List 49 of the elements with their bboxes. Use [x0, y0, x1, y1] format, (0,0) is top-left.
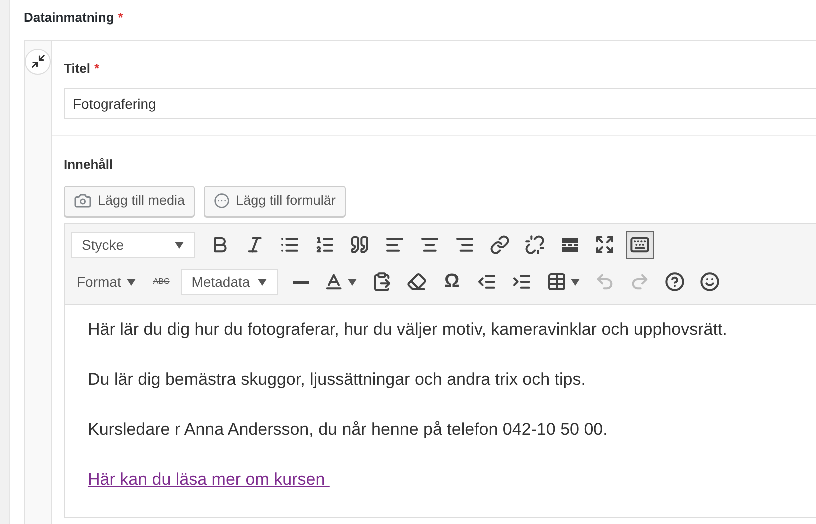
add-form-button[interactable]: Lägg till formulär [204, 186, 346, 216]
link-icon [490, 235, 510, 255]
toolbar-toggle-icon [630, 235, 650, 255]
add-media-button[interactable]: Lägg till media [64, 186, 196, 216]
quote-icon [350, 235, 370, 255]
required-mark: * [118, 9, 124, 27]
title-label: Titel [64, 60, 90, 78]
bullet-list-icon [280, 235, 300, 255]
paragraph: Kursledare r Anna Andersson, du når henne på telefon 042-10 50 00. [88, 418, 608, 440]
format-dropdown[interactable]: Stycke [71, 232, 195, 258]
content-label: Innehåll [64, 156, 114, 174]
help-icon [665, 272, 686, 292]
caret-icon [127, 278, 136, 286]
text-color-icon [324, 272, 344, 292]
course-link[interactable]: Här kan du läsa mer om kursen [88, 470, 330, 488]
align-left-icon [385, 235, 405, 255]
emoji-icon [700, 272, 720, 292]
caret-icon [571, 278, 580, 286]
collapse-icon [30, 54, 46, 69]
caret-icon [258, 278, 268, 286]
numbered-list-icon [315, 235, 335, 255]
special-character-button[interactable]: Ω [438, 268, 466, 296]
paragraph: Här lär du dig hur du fotograferar, hur du väljer motiv, kameravinklar och upphovsrätt. [88, 318, 728, 340]
required-mark: * [94, 60, 100, 78]
read-more-icon [560, 235, 580, 255]
section-label: Datainmatning [24, 9, 114, 27]
redo-icon [630, 272, 650, 292]
table-icon [547, 272, 568, 292]
caret-icon [175, 242, 184, 248]
paragraph: Du lär dig bemästra skuggor, ljussättningar och andra trix och tips. [88, 368, 586, 390]
collapse-button[interactable] [25, 48, 51, 74]
italic-icon [245, 235, 265, 255]
form-icon [214, 193, 230, 209]
eraser-icon [407, 272, 428, 292]
align-center-icon [420, 235, 440, 255]
title-field[interactable]: Fotografering [64, 88, 816, 119]
fullscreen-icon [595, 235, 615, 255]
format-menu[interactable]: Format [71, 268, 142, 296]
paste-icon [372, 272, 392, 292]
toolbar-toggle-button[interactable] [626, 231, 654, 259]
unlink-icon [525, 235, 545, 255]
media-icon [74, 192, 92, 210]
format-dropdown[interactable]: Metadata [180, 269, 278, 295]
undo-icon [595, 272, 616, 292]
outdent-icon [477, 272, 498, 292]
indent-icon [512, 272, 532, 292]
strikethrough-button[interactable]: ABC [149, 268, 174, 296]
caret-icon [348, 278, 358, 286]
align-right-icon [455, 235, 475, 255]
